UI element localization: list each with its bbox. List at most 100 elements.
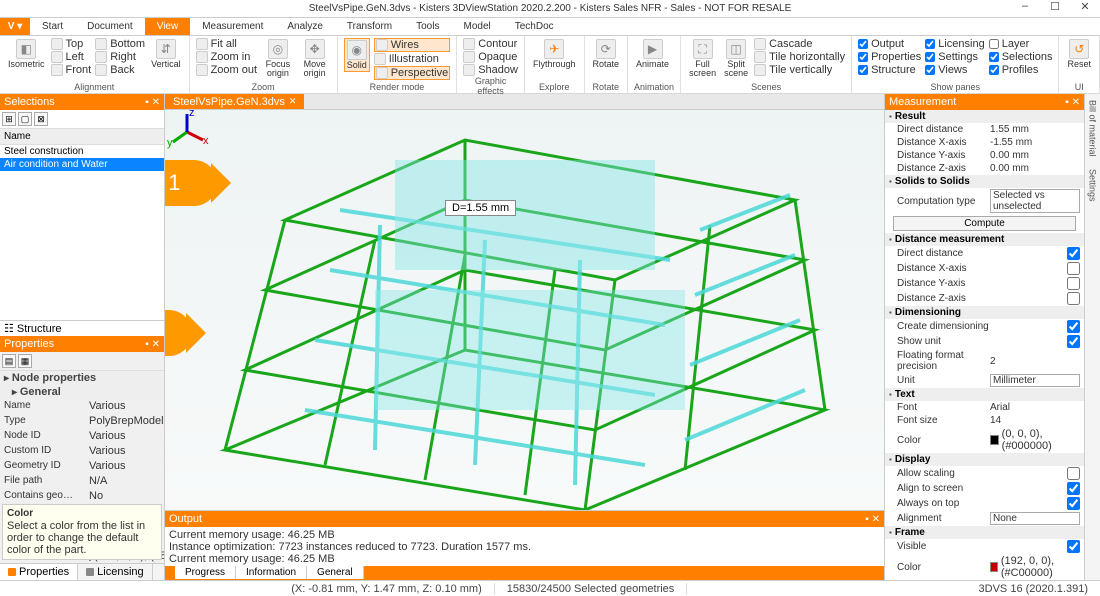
selections-close-icon[interactable]: ▪ ✕ xyxy=(145,97,160,108)
flythrough-button[interactable]: ✈Flythrough xyxy=(531,38,578,70)
view-front-button[interactable]: Front xyxy=(51,64,92,76)
properties-tab[interactable]: Properties xyxy=(0,564,78,580)
chk-scale[interactable] xyxy=(1067,467,1080,480)
output-tab-info[interactable]: Information xyxy=(236,566,307,579)
illustration-button[interactable]: Illustration xyxy=(374,53,450,65)
properties-close-icon[interactable]: ▪ ✕ xyxy=(145,339,160,350)
computation-type-select[interactable]: Selected vs unselected xyxy=(990,189,1080,213)
fullscreen-button[interactable]: ⛶Full screen xyxy=(687,38,718,79)
tab-transform[interactable]: Transform xyxy=(335,18,404,35)
output-tab-general[interactable]: General xyxy=(307,566,364,579)
minimize-button[interactable]: – xyxy=(1010,0,1040,13)
sel-tool-1[interactable]: ⊞ xyxy=(2,112,16,126)
chk-create-dim[interactable] xyxy=(1067,320,1080,333)
property-row[interactable]: File pathN/A xyxy=(0,474,164,489)
chk-layer[interactable]: Layer xyxy=(989,38,1053,50)
isometric-button[interactable]: ◧Isometric xyxy=(6,38,47,70)
property-row[interactable]: Geometry IDVarious xyxy=(0,459,164,474)
move-origin-button[interactable]: ✥Move origin xyxy=(299,38,331,79)
side-tab-bom[interactable]: Bill of material xyxy=(1088,100,1098,157)
vertical-button[interactable]: ⇵Vertical xyxy=(149,38,183,70)
chk-frame-visible[interactable] xyxy=(1067,540,1080,553)
property-row[interactable]: NameVarious xyxy=(0,399,164,414)
window-title: SteelVsPipe.GeN.3dvs - Kisters 3DViewSta… xyxy=(309,3,792,14)
output-tab-progress[interactable]: Progress xyxy=(175,566,236,579)
wires-button[interactable]: Wires xyxy=(374,38,450,52)
animate-button[interactable]: ▶Animate xyxy=(634,38,671,70)
view-top-button[interactable]: Top xyxy=(51,38,92,50)
tile-v-button[interactable]: Tile vertically xyxy=(754,64,845,76)
alignment-select[interactable]: None xyxy=(990,512,1080,525)
prop-tool-2[interactable]: ▦ xyxy=(18,354,32,368)
zoom-in-button[interactable]: Zoom in xyxy=(196,51,257,63)
tab-analyze[interactable]: Analyze xyxy=(275,18,335,35)
chk-dm-direct[interactable] xyxy=(1067,247,1080,260)
opaque-button[interactable]: Opaque xyxy=(463,51,518,63)
tab-tools[interactable]: Tools xyxy=(404,18,451,35)
chk-profiles[interactable]: Profiles xyxy=(989,64,1053,76)
3d-viewport[interactable]: D=1.55 mm Group 1 Group 2 x y z xyxy=(165,110,884,510)
view-bottom-button[interactable]: Bottom xyxy=(95,38,145,50)
chk-always-top[interactable] xyxy=(1067,497,1080,510)
prop-tool-1[interactable]: ▤ xyxy=(2,354,16,368)
cascade-button[interactable]: Cascade xyxy=(754,38,845,50)
sec-text: Text xyxy=(885,388,1084,401)
tab-techdoc[interactable]: TechDoc xyxy=(503,18,566,35)
view-tab-file[interactable]: SteelVsPipe.GeN.3dvs✕ xyxy=(165,94,304,109)
chk-properties[interactable]: Properties xyxy=(858,51,921,63)
tile-h-button[interactable]: Tile horizontally xyxy=(754,51,845,63)
sel-tool-2[interactable]: ▢ xyxy=(18,112,32,126)
chk-dm-dx[interactable] xyxy=(1067,262,1080,275)
group-ui-label: UI xyxy=(1065,82,1093,93)
tab-model[interactable]: Model xyxy=(451,18,502,35)
view-left-button[interactable]: Left xyxy=(51,51,92,63)
property-row[interactable]: Contains geomet…No xyxy=(0,489,164,504)
chk-settings[interactable]: Settings xyxy=(925,51,984,63)
tab-view[interactable]: View xyxy=(145,18,191,35)
chk-show-unit[interactable] xyxy=(1067,335,1080,348)
tab-start[interactable]: Start xyxy=(30,18,75,35)
fit-all-button[interactable]: Fit all xyxy=(196,38,257,50)
shadow-button[interactable]: Shadow xyxy=(463,64,518,76)
compute-button[interactable]: Compute xyxy=(893,216,1076,231)
focus-origin-button[interactable]: ◎Focus origin xyxy=(261,38,295,79)
output-text: Current memory usage: 46.25 MB Instance … xyxy=(165,527,884,566)
contour-button[interactable]: Contour xyxy=(463,38,518,50)
selection-item-0[interactable]: Steel construction xyxy=(0,145,164,158)
output-close-icon[interactable]: ▪ ✕ xyxy=(865,514,880,525)
sel-tool-3[interactable]: ⊠ xyxy=(34,112,48,126)
view-tab-close-icon[interactable]: ✕ xyxy=(289,96,297,107)
close-button[interactable]: ✕ xyxy=(1070,0,1100,13)
reset-ui-button[interactable]: ↺Reset xyxy=(1065,38,1093,70)
tab-measurement[interactable]: Measurement xyxy=(190,18,275,35)
selection-item-1[interactable]: Air condition and Water xyxy=(0,158,164,171)
licensing-tab[interactable]: Licensing xyxy=(78,564,152,580)
chk-dm-dy[interactable] xyxy=(1067,277,1080,290)
view-right-button[interactable]: Right xyxy=(95,51,145,63)
zoom-out-button[interactable]: Zoom out xyxy=(196,64,257,76)
solid-button[interactable]: ◉Solid xyxy=(344,38,370,72)
chk-views[interactable]: Views xyxy=(925,64,984,76)
group-render-label: Render mode xyxy=(344,82,451,93)
measurement-close-icon[interactable]: ▪ ✕ xyxy=(1065,97,1080,108)
split-scene-button[interactable]: ◫Split scene xyxy=(722,38,750,79)
property-row[interactable]: Node IDVarious xyxy=(0,429,164,444)
chk-selections[interactable]: Selections xyxy=(989,51,1053,63)
app-menu-button[interactable]: V ▾ xyxy=(0,18,30,35)
unit-select[interactable]: Millimeter xyxy=(990,374,1080,387)
chk-dm-dz[interactable] xyxy=(1067,292,1080,305)
chk-structure[interactable]: Structure xyxy=(858,64,921,76)
property-row[interactable]: TypePolyBrepModel xyxy=(0,414,164,429)
chk-output[interactable]: Output xyxy=(858,38,921,50)
chk-align-screen[interactable] xyxy=(1067,482,1080,495)
tab-document[interactable]: Document xyxy=(75,18,145,35)
group-zoom-label: Zoom xyxy=(196,82,331,93)
chk-licensing[interactable]: Licensing xyxy=(925,38,984,50)
maximize-button[interactable]: ☐ xyxy=(1040,0,1070,13)
rotate-button[interactable]: ⟳Rotate xyxy=(591,38,622,70)
side-tab-settings[interactable]: Settings xyxy=(1088,169,1098,202)
property-row[interactable]: Custom IDVarious xyxy=(0,444,164,459)
view-back-button[interactable]: Back xyxy=(95,64,145,76)
perspective-button[interactable]: Perspective xyxy=(374,66,450,80)
structure-tab[interactable]: ☷Structure xyxy=(0,320,164,336)
